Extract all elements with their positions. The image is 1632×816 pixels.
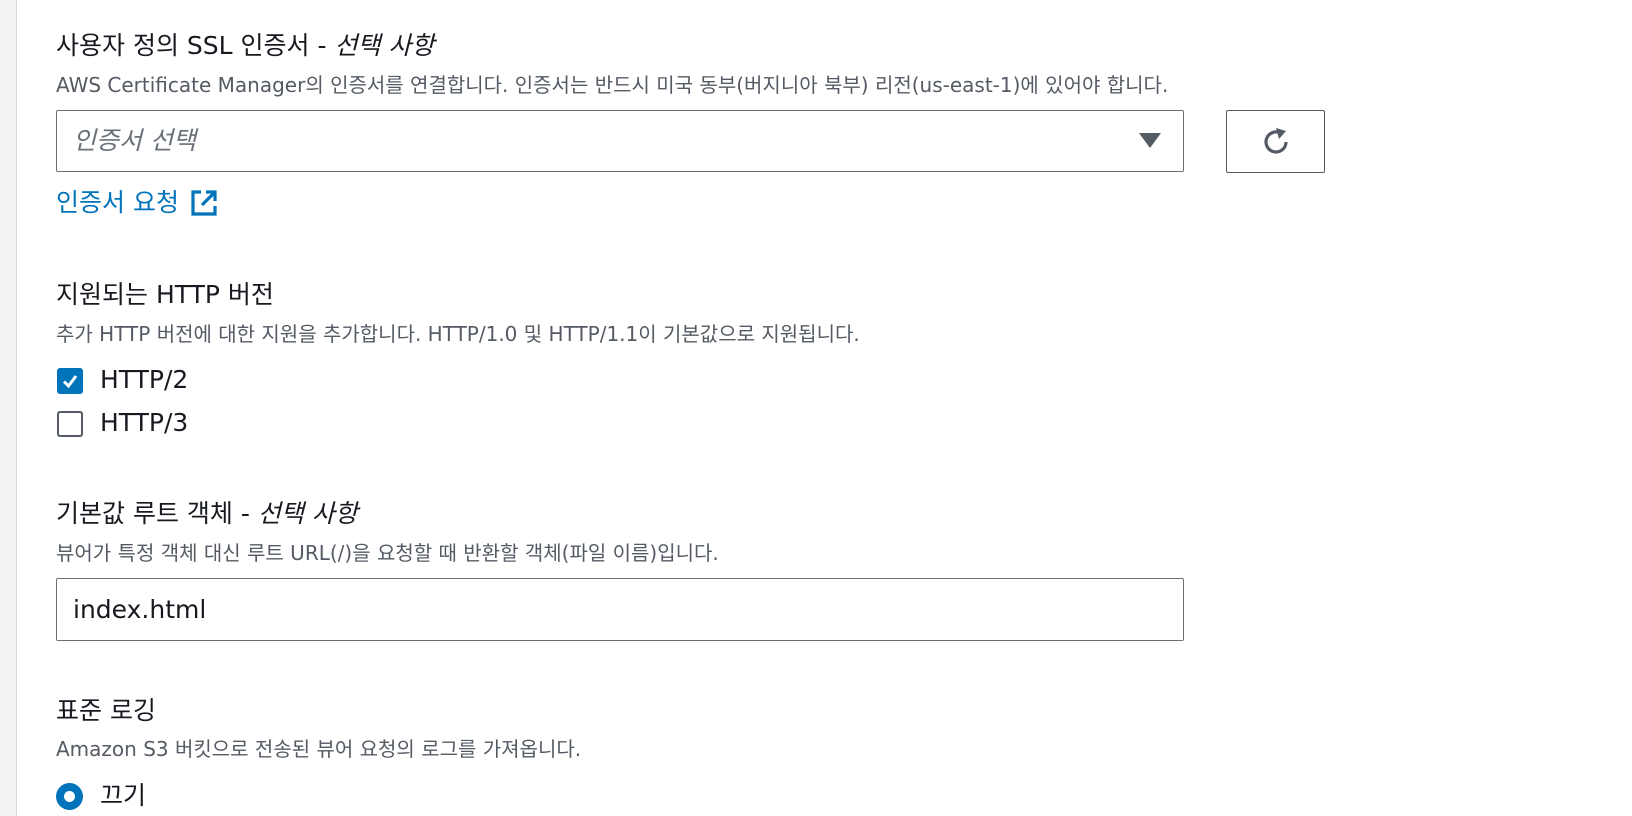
http3-label[interactable]: HTTP/3	[100, 406, 188, 440]
ssl-label-text: 사용자 정의 SSL 인증서 -	[56, 31, 335, 60]
http3-checkbox[interactable]	[57, 411, 83, 437]
request-certificate-link[interactable]: 인증서 요청	[56, 186, 219, 220]
default-root-label-text: 기본값 루트 객체 -	[56, 499, 258, 528]
default-root-input[interactable]	[56, 578, 1184, 641]
logging-off-radio[interactable]	[56, 783, 83, 810]
logging-off-label[interactable]: 끄기	[100, 779, 146, 813]
http2-label[interactable]: HTTP/2	[100, 363, 188, 397]
default-root-label-optional: 선택 사항	[257, 499, 358, 528]
default-root-label: 기본값 루트 객체 - 선택 사항	[56, 498, 358, 530]
check-icon	[62, 375, 78, 389]
default-root-description: 뷰어가 특정 객체 대신 루트 URL(/)을 요청할 때 반환할 객체(파일 …	[56, 541, 719, 565]
ssl-certificate-description: AWS Certificate Manager의 인증서를 연결합니다. 인증서…	[56, 73, 1169, 97]
refresh-icon	[1264, 128, 1288, 154]
ssl-certificate-label: 사용자 정의 SSL 인증서 - 선택 사항	[56, 30, 434, 62]
ssl-label-optional: 선택 사항	[334, 31, 435, 60]
standard-logging-description: Amazon S3 버킷으로 전송된 뷰어 요청의 로그를 가져옵니다.	[56, 737, 582, 761]
http2-checkbox[interactable]	[57, 368, 83, 394]
certificate-select-placeholder: 인증서 선택	[73, 126, 196, 155]
external-link-icon	[191, 190, 217, 216]
refresh-certificates-button[interactable]	[1226, 110, 1325, 173]
standard-logging-label: 표준 로깅	[56, 696, 156, 725]
certificate-select[interactable]: 인증서 선택	[56, 110, 1184, 172]
http-version-label: 지원되는 HTTP 버전	[56, 280, 274, 309]
caret-down-icon	[1139, 133, 1161, 148]
http-version-description: 추가 HTTP 버전에 대한 지원을 추가합니다. HTTP/1.0 및 HTT…	[56, 322, 860, 346]
request-certificate-label: 인증서 요청	[56, 188, 179, 217]
